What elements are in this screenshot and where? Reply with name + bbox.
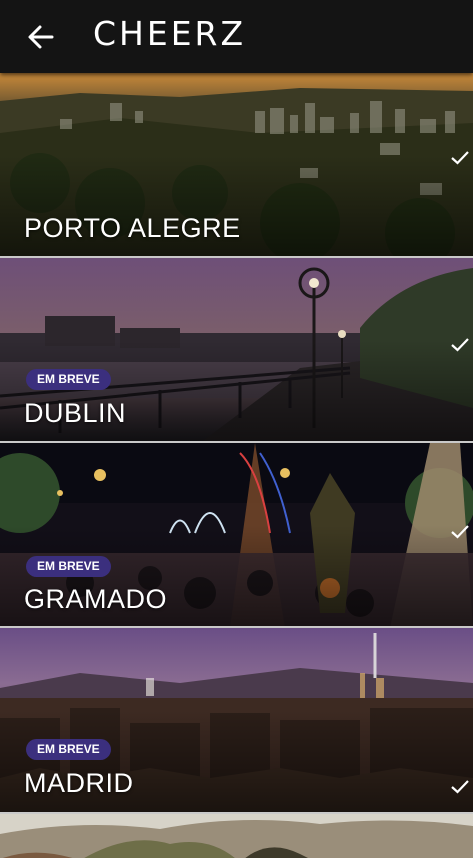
city-name: DUBLIN [24, 398, 127, 428]
checkmark-icon [451, 151, 469, 165]
app-logo: CHEERZ [93, 14, 247, 53]
city-list[interactable]: PORTO ALEGRE EM BREVE DUBLIN EM BREVE GR… [0, 73, 473, 858]
city-name: PORTO ALEGRE [24, 213, 241, 243]
city-card-partial[interactable] [0, 814, 473, 858]
city-photo [0, 814, 473, 858]
top-app-bar: CHEERZ [0, 0, 473, 73]
arrow-left-icon [28, 25, 54, 49]
city-card-madrid[interactable]: EM BREVE MADRID [0, 628, 473, 814]
status-badge: EM BREVE [26, 369, 111, 390]
city-card-porto-alegre[interactable]: PORTO ALEGRE [0, 73, 473, 258]
status-badge: EM BREVE [26, 739, 111, 760]
city-name: GRAMADO [24, 584, 168, 614]
back-button[interactable] [22, 20, 62, 54]
city-name: MADRID [24, 768, 134, 798]
city-card-gramado[interactable]: EM BREVE GRAMADO [0, 443, 473, 628]
status-badge: EM BREVE [26, 556, 111, 577]
checkmark-icon [451, 338, 469, 352]
city-card-dublin[interactable]: EM BREVE DUBLIN [0, 258, 473, 443]
checkmark-icon [451, 780, 469, 794]
checkmark-icon [451, 525, 469, 539]
